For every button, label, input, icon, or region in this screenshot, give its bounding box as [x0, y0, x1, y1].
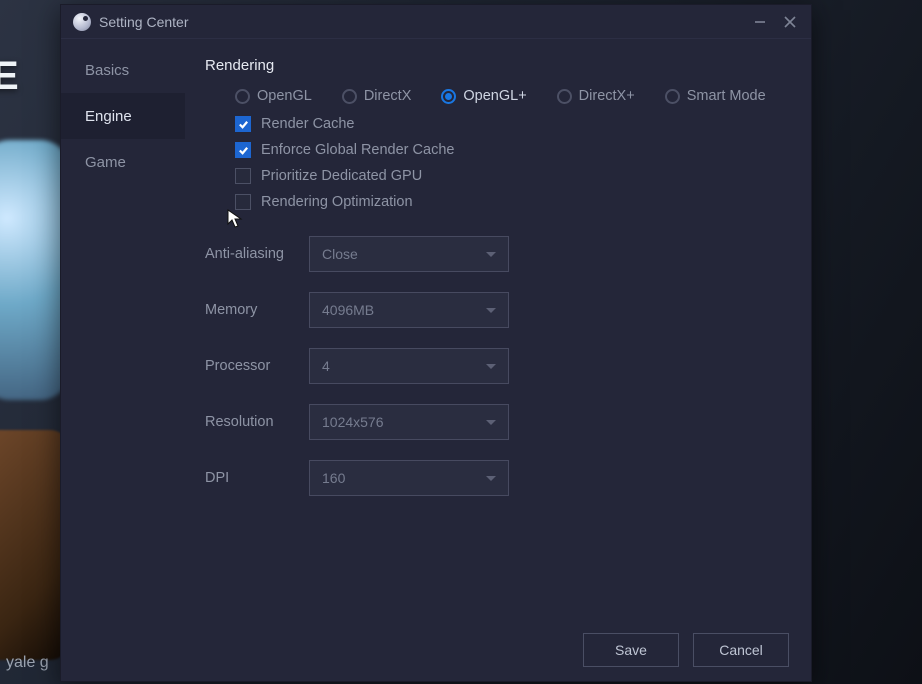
checkbox-box-icon — [235, 116, 251, 132]
minimize-button[interactable] — [745, 8, 775, 36]
mouse-cursor-icon — [227, 209, 243, 229]
rendering-checkboxes: Render Cache Enforce Global Render Cache… — [205, 116, 787, 210]
titlebar: Setting Center — [61, 5, 811, 39]
radio-opengl[interactable]: OpenGL — [235, 88, 312, 104]
radio-label: OpenGL+ — [463, 88, 526, 104]
label-processor: Processor — [205, 358, 309, 374]
radio-dot-icon — [441, 89, 456, 104]
sidebar-item-label: Engine — [85, 108, 132, 125]
close-button[interactable] — [775, 8, 805, 36]
select-value: 4096MB — [322, 302, 374, 318]
chevron-down-icon — [486, 476, 496, 481]
bg-caption: yale g — [6, 654, 49, 672]
select-dpi[interactable]: 160 — [309, 460, 509, 496]
label-resolution: Resolution — [205, 414, 309, 430]
select-processor[interactable]: 4 — [309, 348, 509, 384]
settings-window: Setting Center Basics Engine Game Render… — [60, 4, 812, 682]
select-memory[interactable]: 4096MB — [309, 292, 509, 328]
checkbox-rendering-optimization[interactable]: Rendering Optimization — [235, 194, 787, 210]
radio-directx-plus[interactable]: DirectX+ — [557, 88, 635, 104]
button-label: Cancel — [719, 642, 763, 658]
select-value: Close — [322, 246, 358, 262]
window-title: Setting Center — [99, 14, 189, 30]
radio-dot-icon — [557, 89, 572, 104]
button-label: Save — [615, 642, 647, 658]
chevron-down-icon — [486, 308, 496, 313]
rendering-mode-radios: OpenGL DirectX OpenGL+ DirectX+ Smart Mo… — [205, 88, 787, 104]
checkbox-box-icon — [235, 168, 251, 184]
radio-label: DirectX+ — [579, 88, 635, 104]
sidebar-item-engine[interactable]: Engine — [61, 93, 185, 139]
app-icon — [73, 13, 91, 31]
chevron-down-icon — [486, 364, 496, 369]
radio-opengl-plus[interactable]: OpenGL+ — [441, 88, 526, 104]
checkbox-enforce-global-cache[interactable]: Enforce Global Render Cache — [235, 142, 787, 158]
checkbox-box-icon — [235, 194, 251, 210]
radio-label: DirectX — [364, 88, 412, 104]
sidebar-item-basics[interactable]: Basics — [61, 47, 185, 93]
radio-directx[interactable]: DirectX — [342, 88, 412, 104]
radio-label: Smart Mode — [687, 88, 766, 104]
select-value: 1024x576 — [322, 414, 384, 430]
radio-smart-mode[interactable]: Smart Mode — [665, 88, 766, 104]
chevron-down-icon — [486, 252, 496, 257]
radio-label: OpenGL — [257, 88, 312, 104]
checkbox-label: Enforce Global Render Cache — [261, 142, 454, 158]
label-antialiasing: Anti-aliasing — [205, 246, 309, 262]
checkbox-render-cache[interactable]: Render Cache — [235, 116, 787, 132]
checkbox-label: Render Cache — [261, 116, 355, 132]
content-panel: Rendering OpenGL DirectX OpenGL+ DirectX… — [185, 39, 811, 681]
chevron-down-icon — [486, 420, 496, 425]
checkbox-box-icon — [235, 142, 251, 158]
select-value: 160 — [322, 470, 345, 486]
select-resolution[interactable]: 1024x576 — [309, 404, 509, 440]
sidebar-item-game[interactable]: Game — [61, 139, 185, 185]
checkbox-label: Prioritize Dedicated GPU — [261, 168, 422, 184]
section-title-rendering: Rendering — [205, 57, 787, 74]
sidebar: Basics Engine Game — [61, 39, 185, 681]
footer-buttons: Save Cancel — [61, 618, 811, 681]
cancel-button[interactable]: Cancel — [693, 633, 789, 667]
sidebar-item-label: Basics — [85, 62, 129, 79]
select-value: 4 — [322, 358, 330, 374]
radio-dot-icon — [665, 89, 680, 104]
label-dpi: DPI — [205, 470, 309, 486]
label-memory: Memory — [205, 302, 309, 318]
checkbox-prioritize-gpu[interactable]: Prioritize Dedicated GPU — [235, 168, 787, 184]
select-antialiasing[interactable]: Close — [309, 236, 509, 272]
sidebar-item-label: Game — [85, 154, 126, 171]
radio-dot-icon — [342, 89, 357, 104]
bg-letters: E — [0, 54, 21, 99]
radio-dot-icon — [235, 89, 250, 104]
save-button[interactable]: Save — [583, 633, 679, 667]
checkbox-label: Rendering Optimization — [261, 194, 413, 210]
